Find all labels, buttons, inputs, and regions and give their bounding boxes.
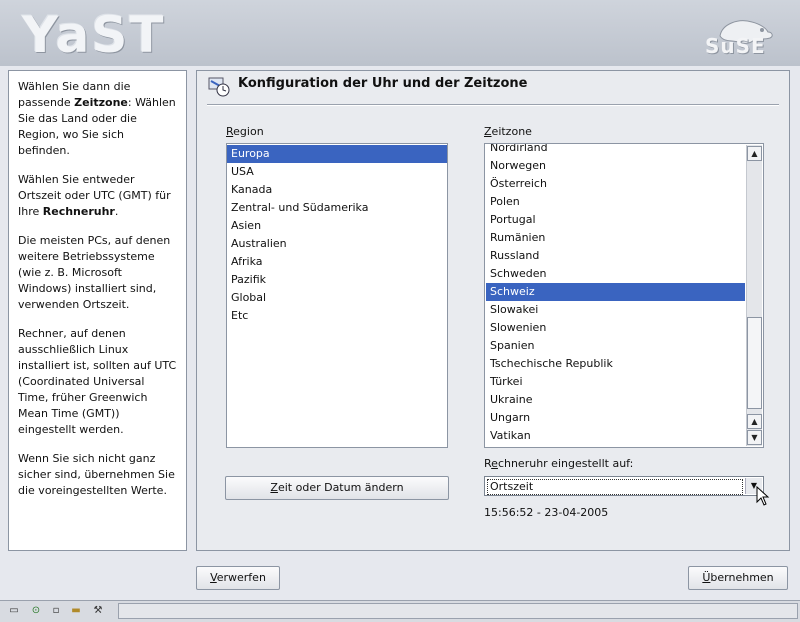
region-item[interactable]: Asien [227,217,447,235]
taskbar-tasks[interactable] [118,603,798,619]
region-item[interactable]: Etc [227,307,447,325]
region-item[interactable]: Afrika [227,253,447,271]
current-datetime: 15:56:52 - 23-04-2005 [484,506,609,519]
region-item[interactable]: Global [227,289,447,307]
timezone-item[interactable]: Russland [486,247,745,265]
scroll-thumb[interactable] [747,317,762,409]
change-time-button[interactable]: Zeit oder Datum ändern [225,476,449,500]
timezone-item[interactable]: Slowakei [486,301,745,319]
timezone-item[interactable]: Ungarn [486,409,745,427]
timezone-item[interactable]: Norwegen [486,157,745,175]
timezone-item[interactable]: Vatikan [486,427,745,445]
window-icon[interactable]: ▫ [50,605,62,617]
discard-button[interactable]: Verwerfen [196,566,280,590]
help-panel: Wählen Sie dann die passende Zeitzone: W… [8,70,187,551]
timezone-item[interactable]: Rumänien [486,229,745,247]
tools-icon[interactable]: ⚒ [92,605,104,617]
timezone-item[interactable]: Polen [486,193,745,211]
timezone-item[interactable]: Österreich [486,175,745,193]
timezone-item[interactable]: Türkei [486,373,745,391]
suse-logo: SuSE [705,34,766,58]
region-item[interactable]: USA [227,163,447,181]
page-title: Konfiguration der Uhr und der Zeitzone [238,76,528,91]
clock-config-icon [208,77,230,97]
timezone-item[interactable]: Spanien [486,337,745,355]
accept-button[interactable]: Übernehmen [688,566,788,590]
timezone-item[interactable]: Nordirland [486,144,745,157]
region-item[interactable]: Kanada [227,181,447,199]
power-icon[interactable]: ⊙ [30,605,42,617]
region-item[interactable]: Pazifik [227,271,447,289]
divider [207,104,779,106]
scroll-up-button[interactable]: ▲ [747,414,762,429]
yast-logo: YaST [22,6,166,64]
timezone-item[interactable]: Schweiz [486,283,745,301]
hardware-clock-value: Ortszeit [487,479,743,495]
timezone-item[interactable]: Tschechische Republik [486,355,745,373]
folder-icon[interactable]: ▬ [70,605,82,617]
help-paragraph: Wenn Sie sich nicht ganz sicher sind, üb… [18,452,175,497]
help-paragraph: Rechner, auf denen ausschließlich Linux … [18,327,177,436]
drive-icon[interactable]: ▭ [8,605,20,617]
region-item[interactable]: Zentral- und Südamerika [227,199,447,217]
timezone-label: Zeitzone [484,125,532,138]
region-item[interactable]: Europa [227,145,447,163]
timezone-item[interactable]: Ukraine [486,391,745,409]
region-label: Region [226,125,264,138]
timezone-list[interactable]: Nordirland Norwegen Österreich Polen Portuga… [484,143,764,448]
timezone-item[interactable]: Slowenien [486,319,745,337]
timezone-item[interactable]: Schweden [486,265,745,283]
scroll-down-button[interactable]: ▼ [747,430,762,445]
taskbar: ▭ ⊙ ▫ ▬ ⚒ [0,600,800,622]
mouse-cursor-icon [756,486,770,506]
timezone-item[interactable]: Portugal [486,211,745,229]
region-item[interactable]: Australien [227,235,447,253]
region-list[interactable]: Europa USA Kanada Zentral- und Südamerika As… [226,143,448,448]
hardware-clock-select[interactable]: Ortszeit ▼ [484,476,764,496]
timezone-scrollbar[interactable]: ▲ ▲ ▼ [746,145,762,446]
help-paragraph: Wählen Sie dann die passende Zeitzone: W… [18,80,176,157]
hardware-clock-label: Rechneruhr eingestellt auf: [484,457,634,470]
help-paragraph: Wählen Sie entweder Ortszeit oder UTC (G… [18,173,171,218]
help-paragraph: Die meisten PCs, auf denen weitere Betri… [18,234,171,311]
scroll-up-button[interactable]: ▲ [747,146,762,161]
